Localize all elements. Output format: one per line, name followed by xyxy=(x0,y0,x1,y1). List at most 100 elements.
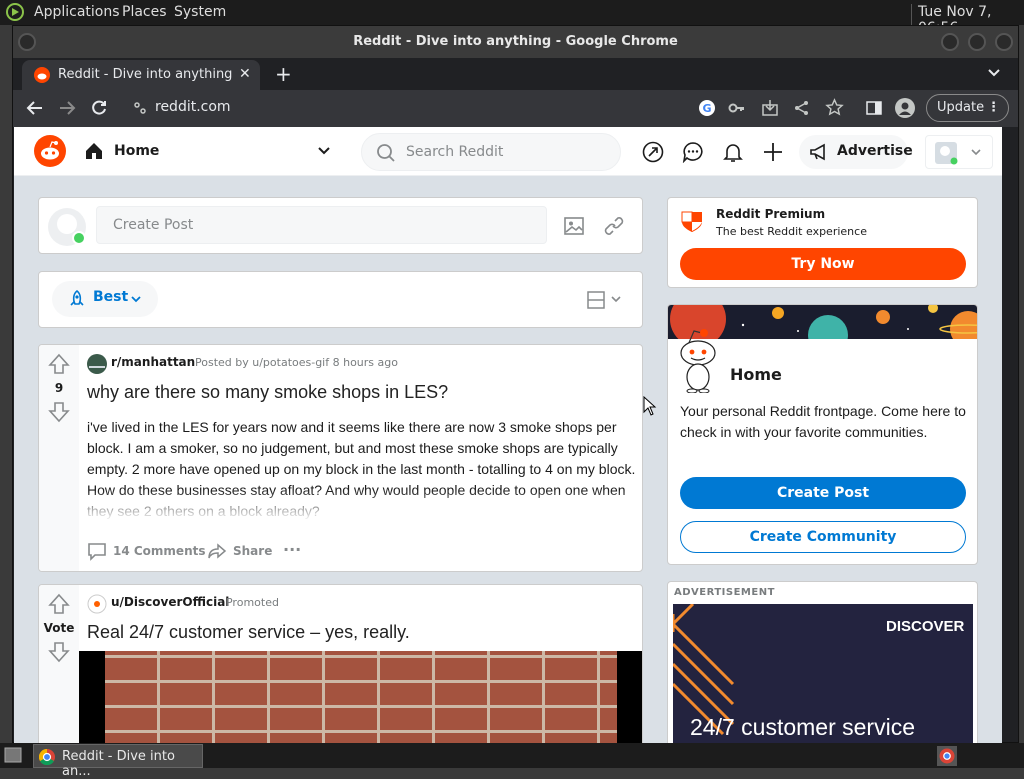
reddit-header: Home Search Reddit Advertise xyxy=(14,127,1002,176)
sort-best-label: Best xyxy=(93,289,129,305)
tab-strip: Reddit - Dive into anything ✕ + xyxy=(13,58,1018,90)
more-menu-icon[interactable]: ⋮ xyxy=(987,95,1000,121)
address-bar[interactable]: reddit.com xyxy=(155,99,231,115)
sort-bar: Best xyxy=(38,271,643,328)
comment-icon xyxy=(87,541,107,561)
reload-icon[interactable] xyxy=(89,98,109,118)
share-icon[interactable] xyxy=(793,99,811,117)
create-post-button[interactable]: Create Post xyxy=(680,477,966,509)
post-meta: · Posted by u/potatoes-gif 8 hours ago xyxy=(188,356,398,369)
brick-wall-image xyxy=(105,651,617,743)
advertise-button[interactable]: Advertise xyxy=(799,135,913,169)
feed-dropdown-chevron-icon[interactable] xyxy=(317,144,331,158)
tab-close-icon[interactable]: ✕ xyxy=(239,66,251,82)
promoted-media[interactable] xyxy=(79,651,642,743)
bottom-taskbar: Reddit - Dive into an... xyxy=(0,743,1024,779)
user-avatar[interactable] xyxy=(47,207,87,247)
discover-ad-image[interactable]: DISCOVER 24/7 customer service xyxy=(673,604,973,743)
update-button[interactable]: Update ⋮ xyxy=(926,94,1009,122)
gnome-foot-icon[interactable] xyxy=(5,2,25,22)
subreddit-link[interactable]: r/manhattan xyxy=(111,355,195,369)
upvote-arrow-icon[interactable] xyxy=(48,353,70,375)
premium-title: Reddit Premium xyxy=(716,207,826,221)
advertisement-label: ADVERTISEMENT xyxy=(674,587,775,598)
create-plus-icon[interactable] xyxy=(762,141,784,163)
home-sidebar-card: Home Your personal Reddit frontpage. Com… xyxy=(667,304,978,565)
close-window-button[interactable] xyxy=(995,33,1013,51)
site-info-icon[interactable] xyxy=(133,101,147,115)
post-title[interactable]: why are there so many smoke shops in LES… xyxy=(87,382,637,403)
reddit-logo-icon[interactable] xyxy=(34,135,66,167)
premium-shield-icon xyxy=(680,210,704,234)
applications-menu[interactable]: Applications xyxy=(34,4,120,20)
update-label: Update xyxy=(937,100,985,115)
new-tab-button[interactable]: + xyxy=(275,62,292,86)
share-arrow-icon xyxy=(207,541,227,561)
chrome-window: Reddit - Dive into anything - Google Chr… xyxy=(12,25,1019,743)
ad-brand: DISCOVER xyxy=(886,618,965,635)
rocket-icon xyxy=(67,289,87,309)
premium-subtitle: The best Reddit experience xyxy=(716,225,867,238)
svg-text:G: G xyxy=(702,102,711,115)
megaphone-icon xyxy=(809,143,829,161)
tab-search-chevron-icon[interactable] xyxy=(987,66,1001,80)
home-icon xyxy=(84,141,104,161)
more-options-icon[interactable]: ··· xyxy=(283,540,301,559)
google-icon[interactable]: G xyxy=(698,99,716,117)
advertisement-card: ADVERTISEMENT DISCOVER 24/7 customer ser… xyxy=(667,581,978,743)
home-card-title: Home xyxy=(730,365,782,384)
snoo-mascot-icon xyxy=(678,325,720,393)
system-menu[interactable]: System xyxy=(174,4,226,20)
share-button[interactable]: Share xyxy=(207,541,273,561)
view-layout-button[interactable] xyxy=(587,290,627,310)
notification-bell-icon[interactable] xyxy=(722,141,744,163)
maximize-button[interactable] xyxy=(968,33,986,51)
window-menu-button[interactable] xyxy=(18,33,36,51)
advertiser-avatar-icon[interactable] xyxy=(87,594,107,614)
downvote-arrow-icon[interactable] xyxy=(48,641,70,663)
create-post-input[interactable]: Create Post xyxy=(96,206,547,244)
downvote-arrow-icon[interactable] xyxy=(48,401,70,423)
image-upload-icon[interactable] xyxy=(563,215,585,237)
reddit-page: Home Search Reddit Advertise Create Post… xyxy=(14,127,1002,743)
window-titlebar[interactable]: Reddit - Dive into anything - Google Chr… xyxy=(13,26,1018,58)
search-input[interactable]: Search Reddit xyxy=(361,133,621,171)
minimize-button[interactable] xyxy=(941,33,959,51)
taskbar-chrome-task[interactable]: Reddit - Dive into an... xyxy=(33,744,203,779)
link-icon[interactable] xyxy=(603,215,625,237)
forward-arrow-icon[interactable] xyxy=(57,98,77,118)
premium-card: Reddit Premium The best Reddit experienc… xyxy=(667,197,978,288)
comments-count: 14 Comments xyxy=(113,544,206,558)
card-view-icon xyxy=(587,290,627,310)
advertiser-link[interactable]: u/DiscoverOfficial xyxy=(111,595,229,609)
sort-best-button[interactable]: Best xyxy=(52,281,158,317)
create-community-button[interactable]: Create Community xyxy=(680,521,966,553)
home-feed-label[interactable]: Home xyxy=(114,143,159,159)
side-panel-icon[interactable] xyxy=(865,99,883,117)
promoted-post-card[interactable]: Vote u/DiscoverOfficial · Promoted Real … xyxy=(38,584,643,743)
bookmark-star-icon[interactable] xyxy=(825,98,844,117)
key-icon[interactable] xyxy=(728,99,746,117)
subreddit-icon[interactable] xyxy=(87,354,107,374)
home-card-description: Your personal Reddit frontpage. Come her… xyxy=(680,403,966,440)
install-icon[interactable] xyxy=(761,99,779,117)
promoted-label: · Promoted xyxy=(219,596,279,609)
post-card[interactable]: 9 r/manhattan · Posted by u/potatoes-gif… xyxy=(38,344,643,572)
show-desktop-icon[interactable] xyxy=(4,747,22,763)
popular-icon[interactable] xyxy=(642,141,664,163)
promoted-post-title[interactable]: Real 24/7 customer service – yes, really… xyxy=(87,622,637,643)
tray-chrome-icon[interactable] xyxy=(937,746,957,766)
browser-toolbar: reddit.com G Update ⋮ xyxy=(13,90,1018,127)
user-menu-chevron-icon xyxy=(970,146,982,158)
profile-avatar-icon[interactable] xyxy=(895,98,915,118)
tab-reddit[interactable]: Reddit - Dive into anything ✕ xyxy=(22,60,260,90)
chat-icon[interactable] xyxy=(682,141,704,163)
places-menu[interactable]: Places xyxy=(122,4,167,20)
post-body: i've lived in the LES for years now and … xyxy=(87,419,636,519)
try-now-button[interactable]: Try Now xyxy=(680,248,966,280)
user-menu-button[interactable] xyxy=(925,135,993,169)
user-avatar xyxy=(934,141,958,165)
back-arrow-icon[interactable] xyxy=(25,98,45,118)
tab-title: Reddit - Dive into anything xyxy=(58,67,233,82)
upvote-arrow-icon[interactable] xyxy=(48,593,70,615)
